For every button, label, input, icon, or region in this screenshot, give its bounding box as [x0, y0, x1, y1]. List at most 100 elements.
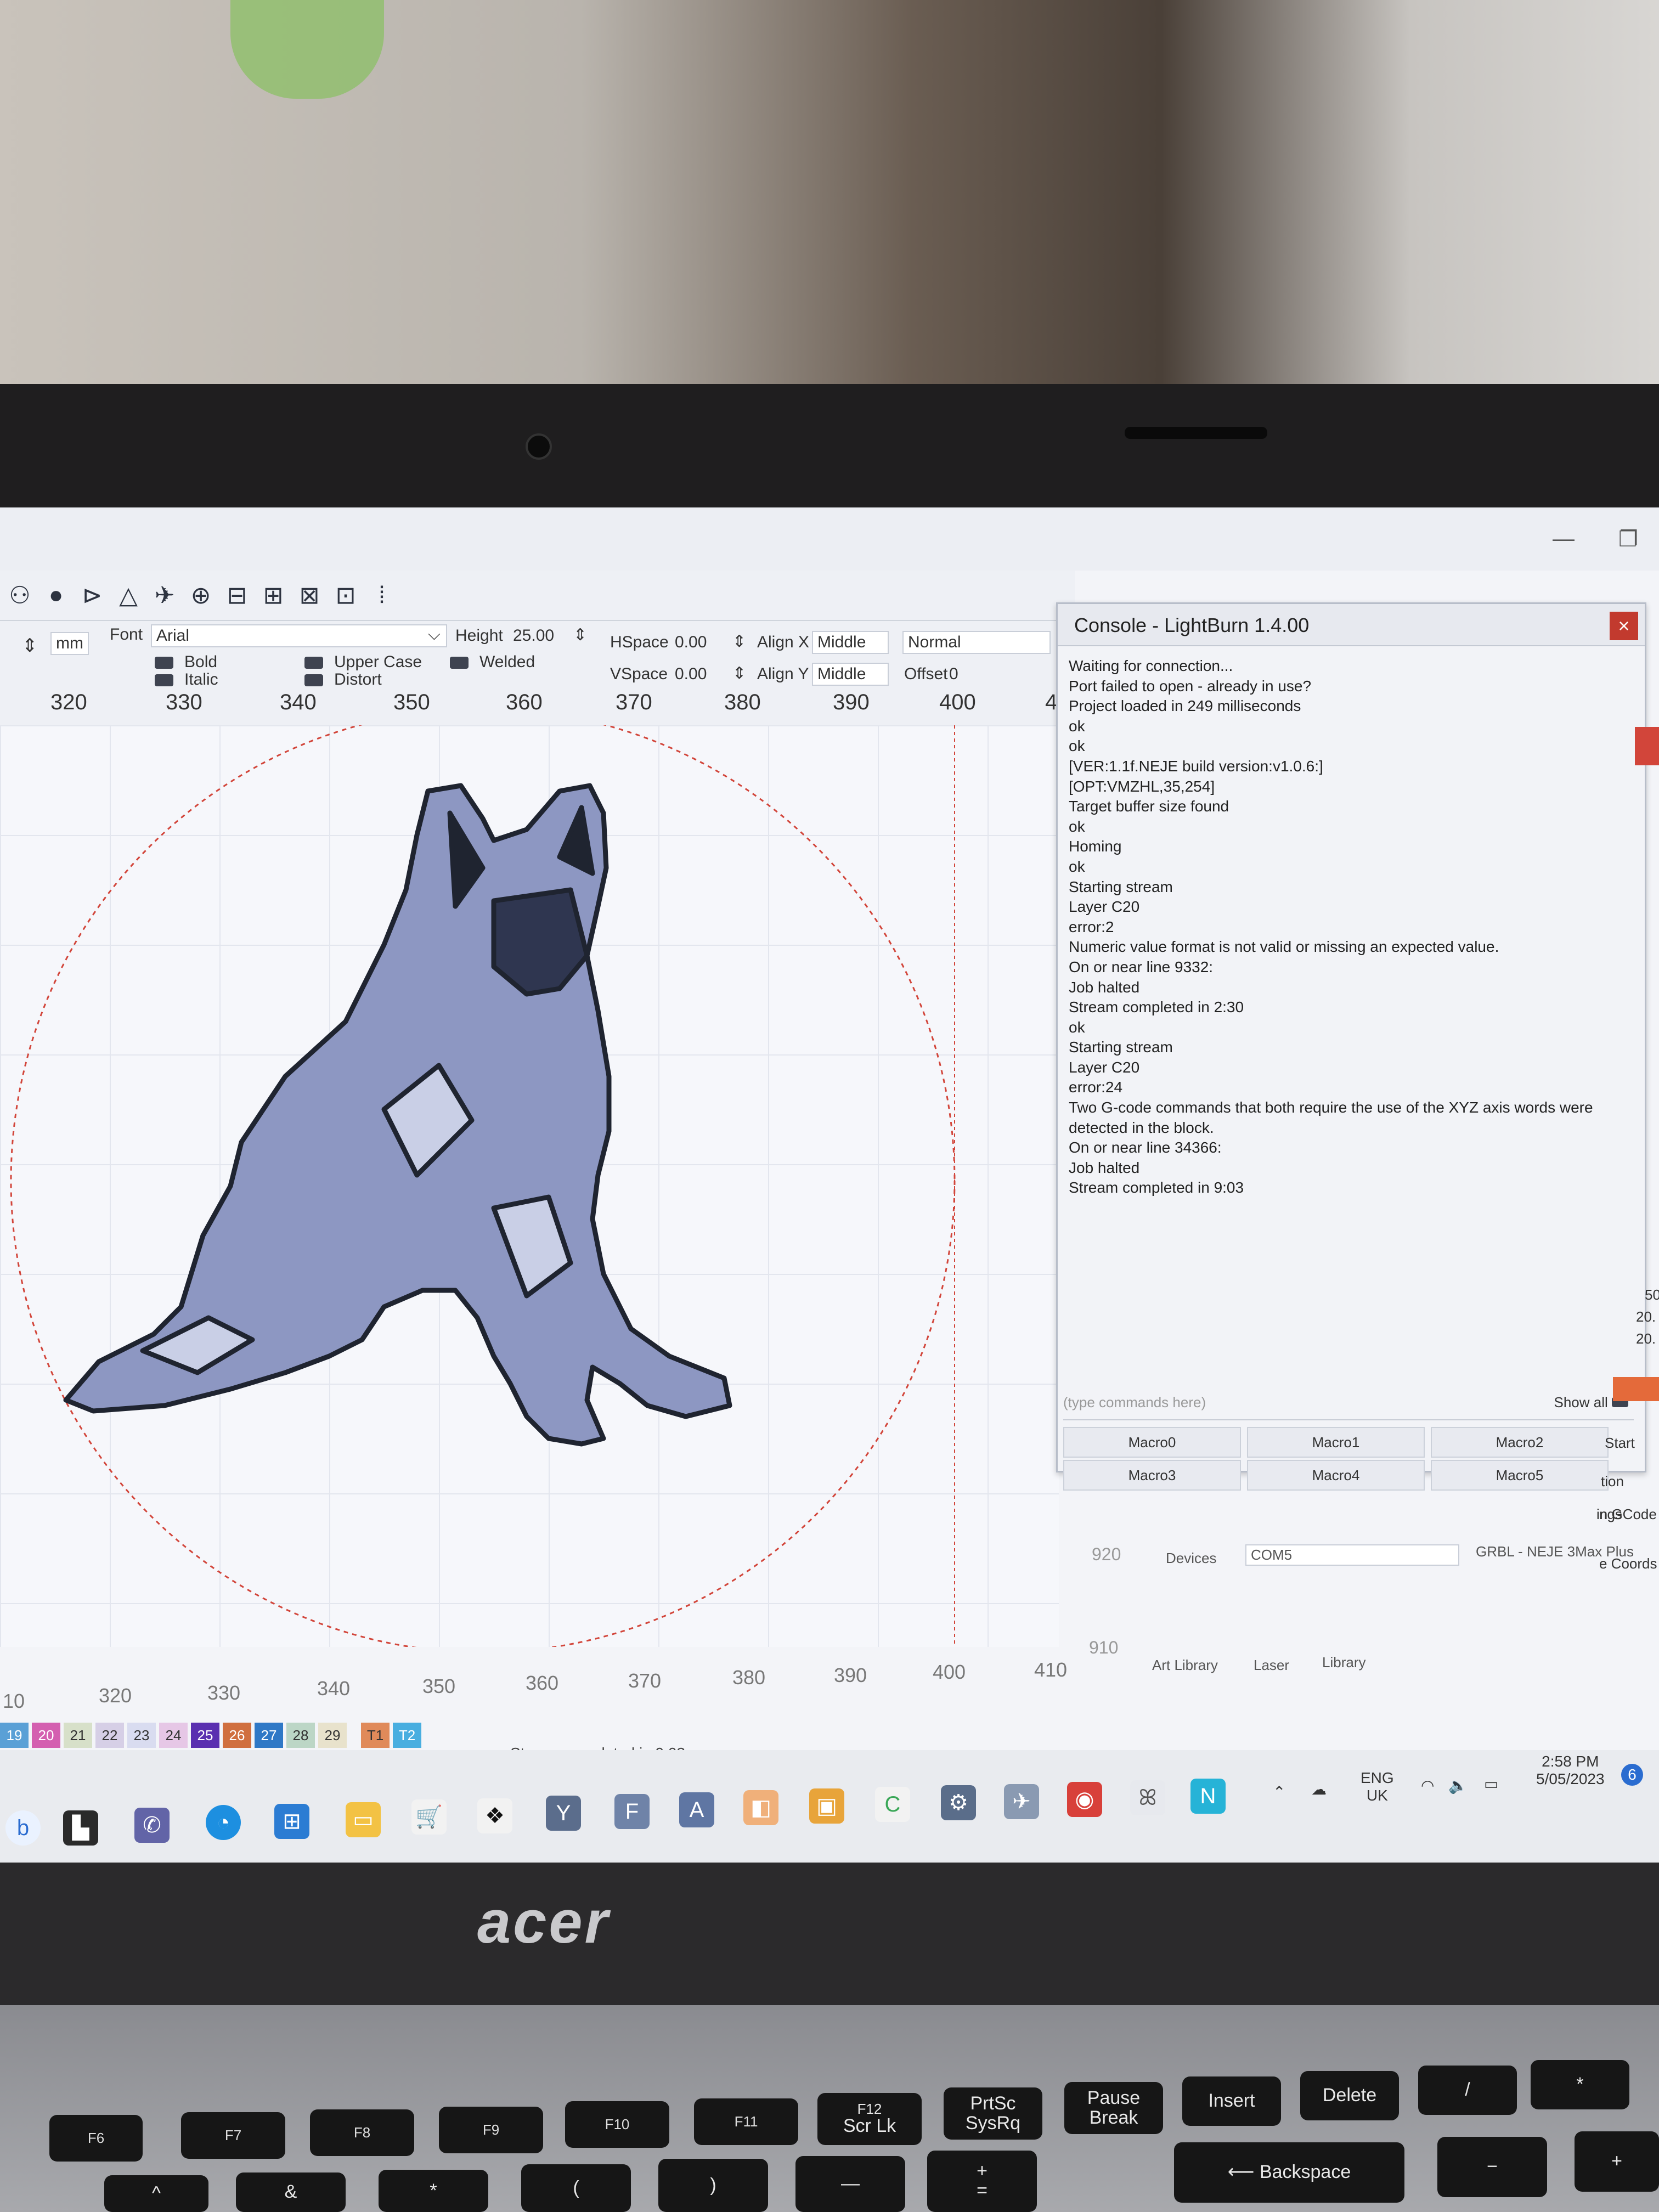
spacing-icon[interactable]: ⊠	[295, 581, 324, 610]
key-f8[interactable]: F8	[310, 2109, 414, 2156]
key-6[interactable]: ^	[104, 2175, 208, 2212]
macro4-button[interactable]: Macro4	[1247, 1460, 1425, 1491]
app-n-icon[interactable]: N	[1190, 1779, 1226, 1814]
user-icon[interactable]: ●	[42, 581, 70, 610]
app-a-icon[interactable]: A	[679, 1792, 714, 1827]
design-canvas[interactable]	[0, 725, 1059, 1647]
dropbox-icon[interactable]: ❖	[477, 1798, 512, 1833]
key-backspace[interactable]: ⟵ Backspace	[1174, 2142, 1404, 2203]
cloud-icon[interactable]: ☁	[1311, 1780, 1327, 1798]
send-icon[interactable]: ✈	[150, 581, 179, 610]
panel-tab[interactable]: ngs	[1599, 1506, 1622, 1523]
key-f10[interactable]: F10	[565, 2101, 669, 2148]
key-slash[interactable]: /	[1418, 2066, 1517, 2115]
text-mode-select[interactable]: Normal	[902, 631, 1051, 654]
key-8[interactable]: *	[379, 2170, 488, 2212]
height-spinner-icon[interactable]: ⇕	[573, 625, 587, 645]
restore-button[interactable]: ❐	[1618, 527, 1638, 552]
bing-icon[interactable]: b	[5, 1810, 41, 1846]
key-9[interactable]: (	[521, 2164, 631, 2212]
bold-checkbox[interactable]	[155, 657, 173, 669]
tab-laser[interactable]: Laser	[1254, 1657, 1289, 1674]
units-button[interactable]: mm	[50, 632, 89, 655]
key-equals[interactable]: + =	[927, 2151, 1037, 2212]
palette-swatch[interactable]: T1	[361, 1723, 390, 1748]
upper-case-checkbox[interactable]	[304, 657, 323, 669]
key-0[interactable]: )	[658, 2159, 768, 2212]
key-7[interactable]: &	[236, 2172, 346, 2212]
minimize-button[interactable]: —	[1553, 527, 1575, 551]
tab-library[interactable]: Library	[1322, 1654, 1365, 1671]
mirror-icon[interactable]: △	[114, 581, 143, 610]
align-icon[interactable]: ⊟	[223, 581, 251, 610]
hspace-spinner-icon[interactable]: ⇕	[732, 632, 746, 651]
key-minus[interactable]: —	[795, 2156, 905, 2212]
port-select[interactable]: COM5	[1245, 1544, 1459, 1566]
key-f6[interactable]: F6	[49, 2115, 143, 2162]
key-numpad-minus[interactable]: −	[1437, 2137, 1547, 2197]
height-value[interactable]: 25.00	[513, 627, 554, 645]
wifi-icon[interactable]: ◠	[1421, 1776, 1434, 1795]
key-insert[interactable]: Insert	[1182, 2076, 1281, 2126]
chevron-up-icon[interactable]: ⌃	[1273, 1783, 1285, 1801]
key-pause[interactable]: Pause Break	[1064, 2082, 1163, 2134]
tab-art-library[interactable]: Art Library	[1152, 1657, 1218, 1674]
palette-swatch[interactable]: 26	[223, 1723, 251, 1748]
resize-icon[interactable]: ⊡	[331, 581, 360, 610]
clock[interactable]: 2:58 PM 5/05/2023	[1536, 1753, 1605, 1788]
package-icon[interactable]: ▣	[809, 1788, 844, 1824]
palette-swatch[interactable]: 19	[0, 1723, 29, 1748]
macro2-button[interactable]: Macro2	[1431, 1427, 1609, 1458]
macro3-button[interactable]: Macro3	[1063, 1460, 1241, 1491]
panel-button[interactable]	[1613, 1377, 1659, 1401]
edge-icon[interactable]: ◔	[206, 1805, 241, 1840]
spinner-icon[interactable]: ⇕	[22, 635, 38, 657]
palette-swatch[interactable]: 29	[318, 1723, 347, 1748]
flip-icon[interactable]: ⊳	[78, 581, 106, 610]
vspace-spinner-icon[interactable]: ⇕	[732, 664, 746, 683]
start-button[interactable]: Start	[1605, 1435, 1635, 1452]
key-f11[interactable]: F11	[694, 2098, 798, 2145]
hspace-value[interactable]: 0.00	[675, 633, 707, 652]
palette-swatch[interactable]: 27	[255, 1723, 283, 1748]
device-select[interactable]: GRBL - NEJE 3Max Plus	[1476, 1543, 1634, 1560]
volume-icon[interactable]: 🔈	[1448, 1776, 1468, 1795]
app-c-icon[interactable]: C	[875, 1787, 910, 1822]
key-f7[interactable]: F7	[181, 2112, 285, 2159]
panel-tab[interactable]: tion	[1601, 1473, 1624, 1490]
palette-swatch[interactable]: 23	[127, 1723, 156, 1748]
key-prtsc[interactable]: PrtSc SysRq	[944, 2087, 1042, 2140]
group-icon[interactable]: ⚇	[5, 581, 34, 610]
palette-swatch[interactable]: 20	[32, 1723, 60, 1748]
app-orange-icon[interactable]: ◧	[743, 1790, 778, 1825]
app-f-icon[interactable]: F	[614, 1794, 650, 1829]
target-icon[interactable]: ⊕	[187, 581, 215, 610]
app-gear-icon[interactable]: ⚙	[941, 1785, 976, 1820]
welded-checkbox[interactable]	[450, 657, 469, 669]
key-asterisk-numpad[interactable]: *	[1531, 2060, 1629, 2109]
close-icon[interactable]: ×	[1610, 612, 1638, 640]
key-f9[interactable]: F9	[439, 2107, 543, 2153]
macro5-button[interactable]: Macro5	[1431, 1460, 1609, 1491]
teams-icon[interactable]: ✆	[134, 1808, 170, 1843]
start-menu-icon[interactable]: ▙	[63, 1810, 98, 1846]
app-bird-icon[interactable]: ✈	[1004, 1784, 1039, 1819]
palette-swatch[interactable]: 25	[191, 1723, 219, 1748]
palette-swatch[interactable]: 24	[159, 1723, 188, 1748]
dots-icon[interactable]: ⁞	[368, 581, 396, 610]
palette-swatch[interactable]: 22	[95, 1723, 124, 1748]
key-numpad-plus[interactable]: +	[1575, 2131, 1659, 2192]
app-swirl-icon[interactable]: ꕤ	[1130, 1780, 1165, 1815]
aligny-select[interactable]: Middle	[812, 663, 889, 686]
key-delete[interactable]: Delete	[1300, 2071, 1399, 2120]
command-input[interactable]: (type commands here)	[1063, 1394, 1634, 1420]
italic-checkbox[interactable]	[155, 674, 173, 687]
macro1-button[interactable]: Macro1	[1247, 1427, 1425, 1458]
devices-button[interactable]: Devices	[1166, 1550, 1216, 1567]
palette-swatch[interactable]: 21	[64, 1723, 92, 1748]
key-scrlk[interactable]: F12 Scr Lk	[817, 2093, 922, 2145]
amazon-icon[interactable]: 🛒	[411, 1799, 447, 1835]
notification-badge[interactable]: 6	[1621, 1764, 1643, 1786]
macro0-button[interactable]: Macro0	[1063, 1427, 1241, 1458]
distribute-icon[interactable]: ⊞	[259, 581, 287, 610]
